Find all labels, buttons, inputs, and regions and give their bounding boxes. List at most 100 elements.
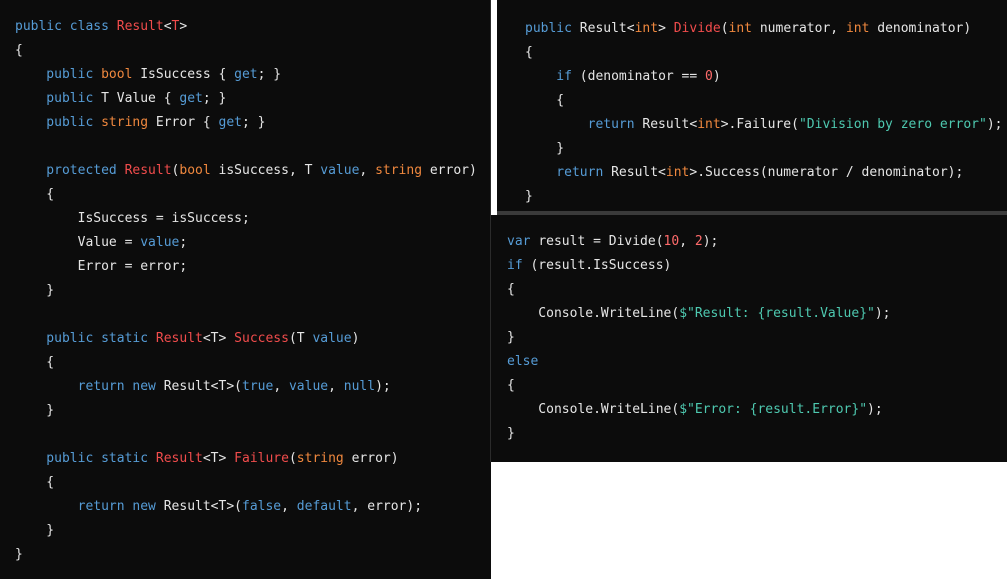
code-token-type-keyword: string [296,451,352,466]
code-token-plain: } [525,141,565,156]
code-token-keyword: get [218,115,242,130]
code-token-plain: Result<T>( [163,379,242,394]
code-token-keyword: null [343,379,376,394]
code-token-plain: (denominator == [579,69,706,84]
code-token-plain: ); [986,117,1003,132]
code-token-number: 10 [663,234,680,249]
code-line: } [15,279,491,303]
code-line: { [15,351,491,375]
code-token-string: $"Error: {result.Error}" [679,402,868,417]
code-token-plain: , [359,163,376,178]
code-token-keyword: var [507,234,539,249]
code-token-plain: Value = [15,235,141,250]
code-token-plain: result = Divide( [538,234,664,249]
code-token-type-keyword: int [728,21,760,36]
code-line: return Result<int>.Success(numerator / d… [525,161,1007,185]
code-token-plain: Console.WriteLine( [507,402,680,417]
code-line: if (result.IsSuccess) [507,254,1007,278]
code-token-plain: } [15,283,55,298]
code-token-keyword: value [312,331,352,346]
code-token-class-name: Result [116,19,164,34]
code-line: Console.WriteLine($"Error: {result.Error… [507,398,1007,422]
code-line: else [507,350,1007,374]
code-line: { [15,183,491,207]
code-line: } [507,326,1007,350]
code-token-plain: } [15,403,55,418]
code-line: public bool IsSuccess { get; } [15,63,491,87]
code-line: } [15,543,491,567]
code-line: IsSuccess = isSuccess; [15,207,491,231]
code-token-keyword: public class [15,19,117,34]
code-token-plain: ); [375,379,391,394]
code-token-class-name: Divide [673,21,721,36]
code-token-plain: , [679,234,695,249]
code-token-type-keyword: int [634,21,659,36]
code-token-plain: Error = error; [15,259,188,274]
code-token-keyword: public [15,67,102,82]
code-token-plain: } [15,547,23,562]
code-token-keyword: public [15,115,102,130]
code-token-class-name: Result [155,331,203,346]
code-token-plain: ); [874,306,891,321]
code-token-plain: ); [867,402,883,417]
code-line: return new Result<T>(false, default, err… [15,495,491,519]
code-token-plain: { [15,187,55,202]
code-token-plain: (T [288,331,313,346]
code-token-plain: error) [429,163,477,178]
code-token-keyword: value [140,235,180,250]
code-token-plain: } [507,330,515,345]
code-token-string: "Division by zero error" [798,117,987,132]
code-line: { [507,278,1007,302]
code-line: public T Value { get; } [15,87,491,111]
code-token-plain: isSuccess, T [218,163,321,178]
code-line: { [507,374,1007,398]
code-line: } [525,185,1007,209]
code-token-keyword: if [525,69,580,84]
code-token-keyword: return new [15,499,164,514]
code-token-keyword: true [242,379,274,394]
code-token-plain: > [658,21,674,36]
code-line: } [15,519,491,543]
code-line: { [15,471,491,495]
code-panel-divide-method: public Result<int> Divide(int numerator,… [497,0,1007,211]
code-line: } [507,422,1007,446]
code-token-plain: error) [351,451,399,466]
code-line: public class Result<T> [15,15,491,39]
code-line: public Result<int> Divide(int numerator,… [525,17,1007,41]
code-token-plain: IsSuccess { [140,67,235,82]
code-token-plain: , error); [351,499,423,514]
code-token-keyword: public static [15,331,156,346]
code-token-keyword: protected [15,163,125,178]
code-token-plain: { [525,93,565,108]
code-token-keyword: get [179,91,203,106]
code-token-type-keyword: int [845,21,878,36]
code-token-class-name: Success [234,331,289,346]
code-line: } [15,399,491,423]
code-line: protected Result(bool isSuccess, T value… [15,159,491,183]
code-token-plain: Result< [579,21,635,36]
code-token-plain: Result< [642,117,698,132]
code-token-plain: ( [288,451,297,466]
code-token-plain: Result<T>( [163,499,242,514]
code-line: Error = error; [15,255,491,279]
code-token-plain: >.Success(numerator / denominator); [689,165,964,180]
code-token-plain: ) [351,331,360,346]
code-token-plain: { [15,475,55,490]
code-token-keyword: return new [15,379,164,394]
code-token-keyword: value [288,379,329,394]
code-token-keyword: get [234,67,258,82]
code-token-plain: ; } [202,91,227,106]
code-token-plain: < [163,19,172,34]
code-line: { [525,89,1007,113]
code-line: public static Result<T> Failure(string e… [15,447,491,471]
code-token-type-keyword: bool [101,67,141,82]
code-token-keyword: return [525,165,612,180]
code-token-type-keyword: string [375,163,430,178]
code-token-class-name: Result [124,163,172,178]
code-line: if (denominator == 0) [525,65,1007,89]
code-line: { [15,39,491,63]
code-token-keyword: else [507,354,539,369]
code-token-keyword: value [320,163,360,178]
